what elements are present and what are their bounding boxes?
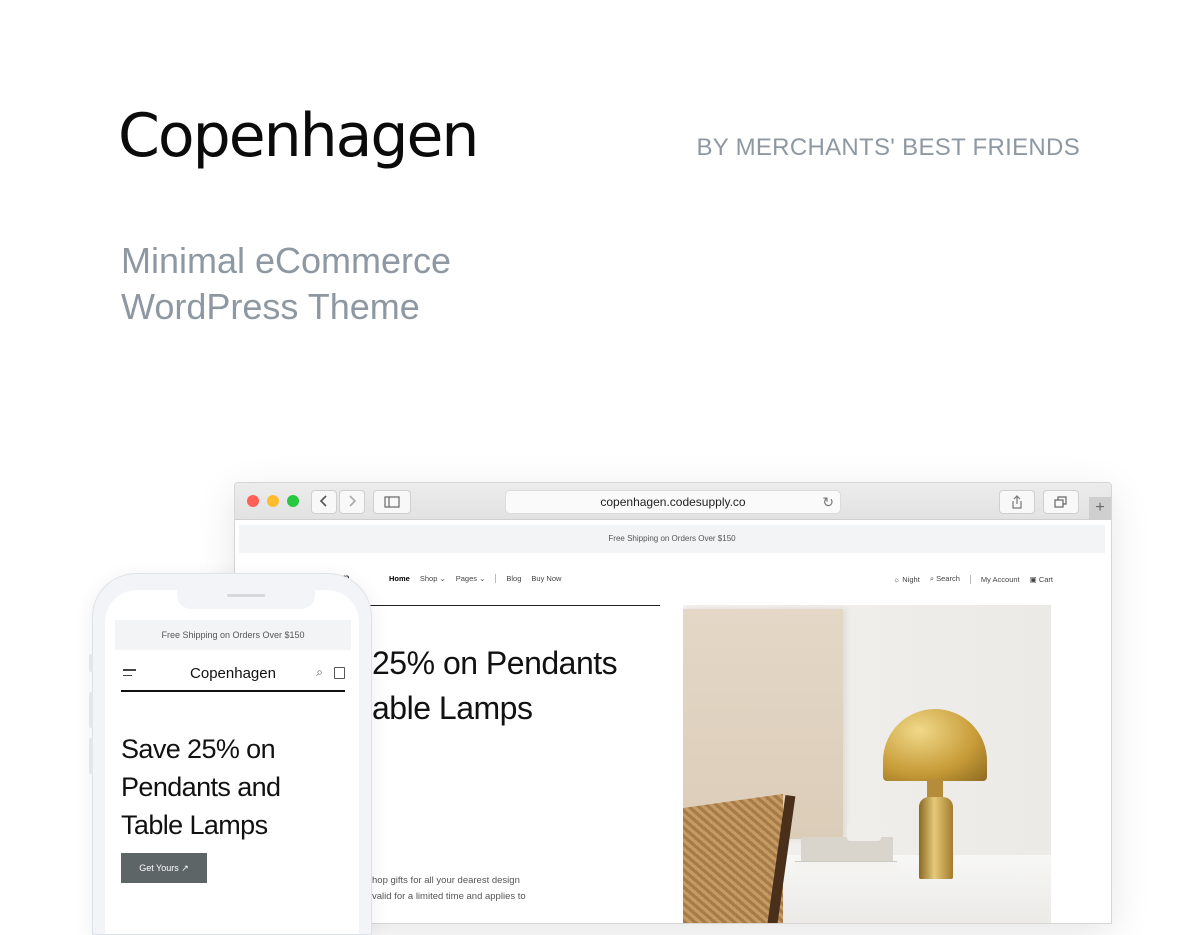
stacked-books <box>801 837 893 863</box>
nav-divider <box>969 574 971 584</box>
utility-nav: ☼ Night ⌕ Search My Account ▣ Cart <box>883 574 1053 584</box>
mobile-promo-bar: Free Shipping on Orders Over $150 <box>115 620 351 650</box>
get-yours-button[interactable]: Get Yours ↗ <box>121 853 207 883</box>
main-nav: Home Shop ⌄ Pages ⌄ Blog Buy Now <box>389 574 571 583</box>
lamp-neck <box>927 779 943 799</box>
close-window-icon[interactable] <box>247 495 259 507</box>
tagline-line: WordPress Theme <box>121 286 420 327</box>
nav-buy-now[interactable]: Buy Now <box>531 574 561 583</box>
hero-description-line: valid for a limited time and applies to <box>372 891 526 902</box>
search-icon[interactable]: ⌕ <box>316 665 323 680</box>
hero-heading-line: able Lamps <box>372 690 533 726</box>
phone-screen: Free Shipping on Orders Over $150 Copenh… <box>105 590 359 934</box>
hero-heading-line: 25% on Pendants <box>372 645 618 681</box>
lamp-base <box>919 797 953 879</box>
sidebar-button[interactable] <box>373 490 411 514</box>
hero-divider <box>355 605 660 606</box>
nav-pages[interactable]: Pages ⌄ <box>456 574 486 583</box>
byline: BY MERCHANTS' BEST FRIENDS <box>696 134 1080 161</box>
minimize-window-icon[interactable] <box>267 495 279 507</box>
nav-divider <box>495 574 497 583</box>
night-mode-toggle[interactable]: ☼ Night <box>893 575 919 584</box>
tagline-line: Minimal eCommerce <box>121 240 452 281</box>
new-tab-button[interactable]: + <box>1089 497 1111 519</box>
table-surface <box>743 855 1051 923</box>
tabs-button[interactable] <box>1043 490 1079 514</box>
search-link[interactable]: ⌕ Search <box>930 574 960 584</box>
mobile-hero-heading-line: Save 25% on <box>121 734 276 764</box>
account-link[interactable]: My Account <box>981 575 1020 584</box>
cart-icon[interactable] <box>334 667 345 679</box>
phone-side-button <box>89 692 93 728</box>
hero-description-line: hop gifts for all your dearest design <box>372 875 520 886</box>
stacked-books <box>795 861 897 876</box>
ceramic-cup <box>847 823 881 841</box>
tagline: Minimal eCommerce WordPress Theme <box>121 238 451 330</box>
cart-link[interactable]: ▣ Cart <box>1030 575 1053 584</box>
sidebar-icon <box>384 496 400 508</box>
nav-home[interactable]: Home <box>389 574 410 583</box>
mobile-header: Copenhagen ⌕ <box>121 660 345 690</box>
phone-mockup: Free Shipping on Orders Over $150 Copenh… <box>89 573 372 935</box>
phone-side-button <box>89 738 93 774</box>
brand-title: Copenhagen <box>118 101 479 171</box>
url-text: copenhagen.codesupply.co <box>600 495 746 509</box>
share-button[interactable] <box>999 490 1035 514</box>
hero-description: hop gifts for all your dearest design va… <box>372 873 526 905</box>
share-icon <box>1012 495 1022 509</box>
reload-icon[interactable]: ↻ <box>822 491 834 513</box>
chevron-left-icon <box>319 495 327 507</box>
maximize-window-icon[interactable] <box>287 495 299 507</box>
promo-bar: Free Shipping on Orders Over $150 <box>239 525 1105 553</box>
mobile-header-divider <box>121 690 345 692</box>
forward-button[interactable] <box>339 490 365 514</box>
rattan-chair <box>683 793 783 923</box>
mobile-logo[interactable]: Copenhagen <box>121 665 345 682</box>
chevron-right-icon <box>349 495 357 507</box>
back-button[interactable] <box>311 490 337 514</box>
nav-blog[interactable]: Blog <box>506 574 521 583</box>
address-bar[interactable]: copenhagen.codesupply.co ↻ <box>505 490 841 514</box>
phone-notch <box>177 590 315 609</box>
tabs-icon <box>1054 496 1067 508</box>
browser-toolbar: copenhagen.codesupply.co ↻ + <box>235 483 1111 520</box>
hero-product-image <box>683 605 1051 923</box>
nav-shop[interactable]: Shop ⌄ <box>420 574 446 583</box>
phone-side-button <box>89 654 93 672</box>
mobile-hero-heading: Save 25% on Pendants and Table Lamps <box>121 730 351 844</box>
mobile-hero-heading-line: Table Lamps <box>121 810 268 840</box>
hero-heading: 25% on Pendants able Lamps <box>372 641 618 731</box>
mobile-hero-heading-line: Pendants and <box>121 772 281 802</box>
